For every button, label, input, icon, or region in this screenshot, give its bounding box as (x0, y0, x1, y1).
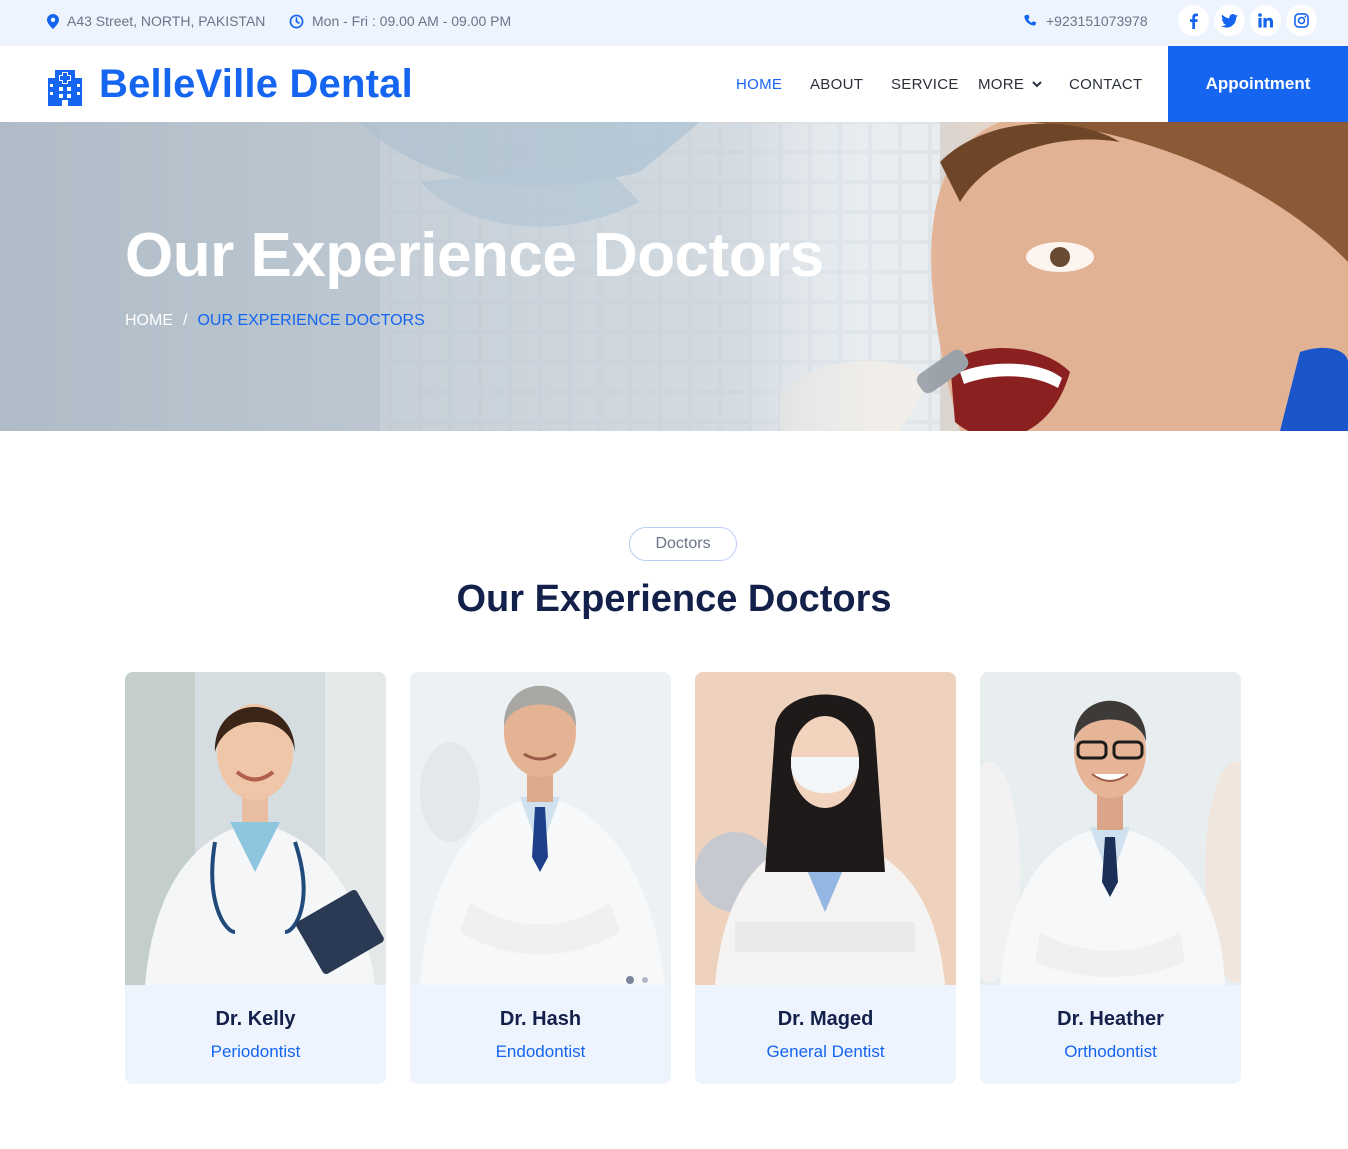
doctor-specialty: Periodontist (210, 1042, 301, 1061)
top-info-bar: A43 Street, NORTH, PAKISTAN Mon - Fri : … (0, 0, 1348, 46)
doctor-specialty: Orthodontist (1064, 1042, 1157, 1061)
phone-text: +923151073978 (1046, 13, 1148, 29)
hours-info: Mon - Fri : 09.00 AM - 09.00 PM (289, 0, 511, 42)
nav-more-label: MORE (978, 75, 1025, 93)
doctor-name: Dr. Hash (499, 1008, 582, 1030)
instagram-link[interactable] (1286, 5, 1317, 36)
doctor-card[interactable]: Dr. Kelly Periodontist (125, 672, 386, 1084)
phone-icon (1024, 14, 1037, 26)
section-title: Our Experience Doctors (456, 578, 892, 620)
breadcrumb-home[interactable]: HOME (125, 312, 173, 330)
doctor-name: Dr. Heather (1057, 1008, 1164, 1030)
nav-contact[interactable]: CONTACT (1069, 46, 1142, 122)
facebook-link[interactable] (1178, 5, 1209, 36)
chevron-down-icon (1032, 80, 1042, 87)
doctor-specialty: Endodontist (495, 1042, 586, 1061)
breadcrumb: HOME / OUR EXPERIENCE DOCTORS (125, 312, 425, 330)
breadcrumb-separator: / (183, 312, 188, 329)
nav-service[interactable]: SERVICE (891, 46, 959, 122)
twitter-link[interactable] (1214, 5, 1245, 36)
linkedin-link[interactable] (1250, 5, 1281, 36)
section-tag: Doctors (629, 527, 737, 561)
doctor-photo (695, 672, 956, 985)
doctor-photo (980, 672, 1241, 985)
clock-icon (289, 14, 304, 28)
doctor-name: Dr. Maged (777, 1008, 874, 1030)
hospital-building-icon (48, 69, 82, 106)
hero-banner: Our Experience Doctors HOME / OUR EXPERI… (0, 122, 1348, 431)
brand-name: BelleVille Dental (99, 62, 413, 106)
address-info: A43 Street, NORTH, PAKISTAN (47, 0, 265, 42)
map-pin-icon (47, 13, 59, 29)
breadcrumb-current: OUR EXPERIENCE DOCTORS (197, 312, 425, 329)
doctor-name: Dr. Kelly (215, 1008, 296, 1030)
nav-home[interactable]: HOME (736, 46, 782, 122)
nav-about[interactable]: ABOUT (810, 46, 863, 122)
instagram-icon (1294, 13, 1309, 28)
phone-info[interactable]: +923151073978 (1023, 0, 1148, 42)
doctor-photo (125, 672, 386, 985)
doctor-photo (410, 672, 671, 985)
address-text: A43 Street, NORTH, PAKISTAN (67, 13, 266, 29)
linkedin-icon (1258, 13, 1273, 28)
appointment-button[interactable]: Appointment (1168, 46, 1348, 122)
doctor-specialty: General Dentist (766, 1042, 885, 1061)
hours-text: Mon - Fri : 09.00 AM - 09.00 PM (312, 13, 512, 29)
nav-more[interactable]: MORE (978, 46, 1042, 122)
facebook-icon (1190, 13, 1198, 29)
hero-title: Our Experience Doctors (125, 221, 824, 290)
doctor-card[interactable]: Dr. Maged General Dentist (695, 672, 956, 1084)
doctor-card[interactable]: Dr. Hash Endodontist (410, 672, 671, 1084)
main-navbar: BelleVille Dental HOME ABOUT SERVICE MOR… (0, 46, 1348, 122)
brand-logo[interactable]: BelleVille Dental (47, 62, 413, 107)
doctor-card[interactable]: Dr. Heather Orthodontist (980, 672, 1241, 1084)
twitter-icon (1221, 13, 1238, 28)
